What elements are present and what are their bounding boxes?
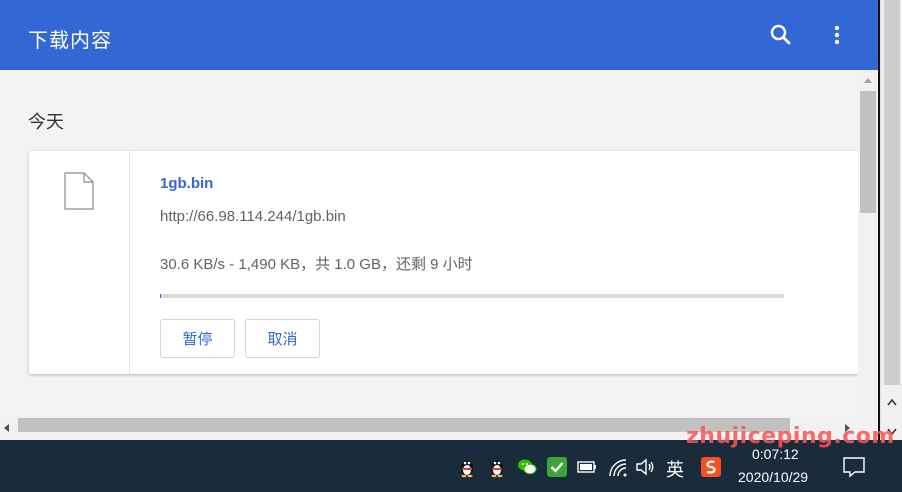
download-progress-fill <box>160 294 161 298</box>
search-icon[interactable] <box>768 22 794 48</box>
file-icon <box>64 172 94 210</box>
horizontal-scroll-thumb[interactable] <box>18 418 790 432</box>
pause-button[interactable]: 暂停 <box>160 319 235 358</box>
ime-language-indicator[interactable]: 英 <box>666 456 684 482</box>
file-url-link[interactable]: http://66.98.114.244/1gb.bin <box>160 208 346 225</box>
more-vert-icon[interactable] <box>824 22 850 48</box>
qq-penguin-icon[interactable] <box>456 456 478 478</box>
volume-icon[interactable] <box>634 456 656 478</box>
download-status-text: 30.6 KB/s - 1,490 KB，共 1.0 GB，还剩 9 小时 <box>160 256 473 273</box>
header-bar: 下载内容 <box>0 0 878 70</box>
wechat-icon[interactable] <box>516 456 538 478</box>
vertical-scrollbar[interactable] <box>858 72 878 440</box>
page-vertical-scrollbar[interactable] <box>880 0 902 440</box>
vertical-scroll-thumb[interactable] <box>860 91 876 213</box>
downloads-window: 下载内容 今天 1gb.bin http://66.98.114.244/1gb… <box>0 0 878 440</box>
page-scroll-thumb[interactable] <box>884 0 900 385</box>
qq-penguin-icon-2[interactable] <box>486 456 508 478</box>
download-progress-bar <box>160 294 784 298</box>
cancel-button[interactable]: 取消 <box>245 319 320 358</box>
notification-center-icon[interactable] <box>842 455 866 479</box>
wifi-icon[interactable] <box>606 456 628 478</box>
file-name-link[interactable]: 1gb.bin <box>160 175 213 192</box>
watermark-text: zhujiceping.com <box>686 424 895 449</box>
scroll-up-arrow-icon[interactable] <box>858 72 878 90</box>
battery-icon[interactable] <box>576 456 598 478</box>
page-title: 下载内容 <box>28 30 112 52</box>
download-item-card: 1gb.bin http://66.98.114.244/1gb.bin 30.… <box>29 151 869 374</box>
file-icon-column <box>29 151 130 374</box>
date-section-label: 今天 <box>28 112 64 132</box>
security-shield-check-icon[interactable] <box>546 456 568 478</box>
clock-date[interactable]: 2020/10/29 <box>738 469 808 485</box>
sogou-input-icon[interactable] <box>700 456 722 478</box>
scroll-left-arrow-icon[interactable] <box>2 420 12 432</box>
page-scroll-up-arrow-icon[interactable] <box>886 396 898 408</box>
